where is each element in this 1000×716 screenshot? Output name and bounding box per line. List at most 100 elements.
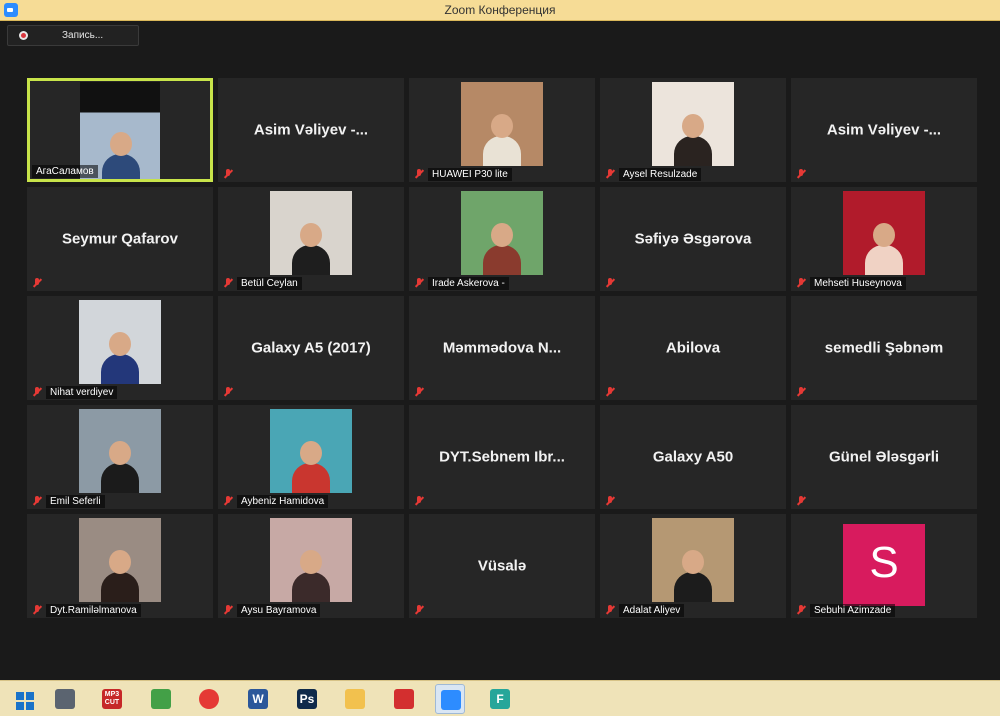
muted-mic-icon — [222, 277, 234, 289]
taskbar-icon-text: W — [252, 692, 264, 706]
person-head — [682, 550, 704, 574]
participant-footer: Irade Askerova - — [409, 275, 509, 291]
person-silhouette — [483, 136, 521, 166]
participant-footer: Aysel Resulzade — [600, 166, 702, 182]
participant-video — [652, 82, 734, 166]
participant-tile[interactable]: Aysel Resulzade — [600, 78, 786, 182]
participant-tile[interactable]: Mehseti Huseynova — [791, 187, 977, 291]
person-head — [491, 223, 513, 247]
zoom-icon[interactable] — [435, 684, 465, 714]
participant-footer — [791, 493, 810, 509]
participant-name-label: АгаСаламов — [32, 164, 98, 178]
participant-display-name: Vüsalə — [477, 557, 527, 575]
muted-mic-icon — [31, 604, 43, 616]
participant-footer: Betül Ceylan — [218, 275, 302, 291]
zoom-glyph — [441, 690, 461, 710]
participant-tile[interactable]: Asim Vəliyev -... — [791, 78, 977, 182]
windows-taskbar: MP3 CUT W Ps F — [0, 680, 1000, 716]
participant-tile[interactable]: Məmmədova N... — [409, 296, 595, 400]
participant-tile[interactable]: Abilova — [600, 296, 786, 400]
participant-tile[interactable]: Asim Vəliyev -... — [218, 78, 404, 182]
participant-tile[interactable]: Dyt.Ramiləlmanova — [27, 514, 213, 618]
plant-app-icon[interactable] — [146, 684, 176, 714]
participant-footer: Aybeniz Hamidova — [218, 493, 329, 509]
participant-tile[interactable]: Səfiyə Əsgərova — [600, 187, 786, 291]
muted-mic-icon — [222, 604, 234, 616]
participant-tile[interactable]: Adalat Aliyev — [600, 514, 786, 618]
photoshop-icon[interactable]: Ps — [292, 684, 322, 714]
participant-video — [461, 191, 543, 275]
muted-mic-icon — [604, 604, 616, 616]
participant-tile[interactable]: HUAWEI P30 lite — [409, 78, 595, 182]
participant-tile[interactable]: Nihat verdiyev — [27, 296, 213, 400]
participant-footer: Sebuhi Azimzade — [791, 602, 896, 618]
taskbar-icon-text: F — [496, 692, 504, 706]
start-icon[interactable] — [8, 684, 38, 714]
participant-footer — [27, 275, 46, 291]
participant-footer: Aysu Bayramova — [218, 602, 321, 618]
mp3-cut-icon[interactable]: MP3 CUT — [97, 684, 127, 714]
recording-label: Запись... — [62, 30, 104, 41]
participant-tile[interactable]: Aybeniz Hamidova — [218, 405, 404, 509]
participant-name-label: Aysu Bayramova — [237, 603, 321, 617]
participant-name-label: Aybeniz Hamidova — [237, 494, 329, 508]
participant-video — [843, 191, 925, 275]
photoshop-glyph: Ps — [297, 689, 317, 709]
person-silhouette — [102, 154, 140, 179]
participant-tile[interactable]: DYT.Sebnem Ibr... — [409, 405, 595, 509]
participant-name-label: Emil Seferli — [46, 494, 105, 508]
participant-footer: Emil Seferli — [27, 493, 105, 509]
participant-tile[interactable]: Irade Askerova - — [409, 187, 595, 291]
muted-mic-icon — [413, 277, 425, 289]
muted-mic-icon — [413, 604, 425, 616]
recording-indicator[interactable]: Запись... — [7, 25, 139, 46]
word-icon[interactable]: W — [243, 684, 273, 714]
person-head — [682, 114, 704, 138]
participant-name-label: Irade Askerova - — [428, 276, 509, 290]
muted-mic-icon — [31, 495, 43, 507]
muted-mic-icon — [31, 386, 43, 398]
muted-mic-icon — [222, 495, 234, 507]
participant-video — [79, 518, 161, 602]
muted-mic-icon — [222, 168, 234, 180]
file-explorer-icon[interactable] — [340, 684, 370, 714]
participant-display-name: Abilova — [665, 339, 721, 357]
participant-tile[interactable]: Günel Ələsgərli — [791, 405, 977, 509]
participant-name-label: Sebuhi Azimzade — [810, 603, 896, 617]
muted-mic-icon — [413, 386, 425, 398]
acrobat-icon[interactable] — [389, 684, 419, 714]
person-head — [109, 550, 131, 574]
participant-tile[interactable]: Betül Ceylan — [218, 187, 404, 291]
participant-tile[interactable]: Galaxy A50 — [600, 405, 786, 509]
participant-footer — [218, 166, 237, 182]
participant-tile[interactable]: Galaxy A5 (2017) — [218, 296, 404, 400]
chrome-icon[interactable] — [194, 684, 224, 714]
windows-logo — [16, 692, 34, 710]
participant-tile[interactable]: АгаСаламов — [27, 78, 213, 182]
participant-name-label: Betül Ceylan — [237, 276, 302, 290]
person-silhouette — [292, 572, 330, 602]
chrome-glyph — [199, 689, 219, 709]
media-player-glyph — [55, 689, 75, 709]
participant-tile[interactable]: Vüsalə — [409, 514, 595, 618]
fastone-glyph: F — [490, 689, 510, 709]
muted-mic-icon — [31, 277, 43, 289]
participant-video — [79, 300, 161, 384]
participant-footer — [409, 602, 428, 618]
participant-footer: Adalat Aliyev — [600, 602, 685, 618]
participant-display-name: Seymur Qafarov — [62, 230, 178, 248]
participant-tile[interactable]: S Sebuhi Azimzade — [791, 514, 977, 618]
muted-mic-icon — [413, 168, 425, 180]
participant-tile[interactable]: Emil Seferli — [27, 405, 213, 509]
participant-footer: Mehseti Huseynova — [791, 275, 906, 291]
fastone-icon[interactable]: F — [485, 684, 515, 714]
muted-mic-icon — [795, 386, 807, 398]
media-player-icon[interactable] — [50, 684, 80, 714]
participant-tile[interactable]: Aysu Bayramova — [218, 514, 404, 618]
participant-tile[interactable]: semedli Şəbnəm — [791, 296, 977, 400]
plant-app-glyph — [151, 689, 171, 709]
record-icon — [19, 31, 28, 40]
person-silhouette — [101, 463, 139, 493]
participant-name-label: HUAWEI P30 lite — [428, 167, 512, 181]
participant-tile[interactable]: Seymur Qafarov — [27, 187, 213, 291]
